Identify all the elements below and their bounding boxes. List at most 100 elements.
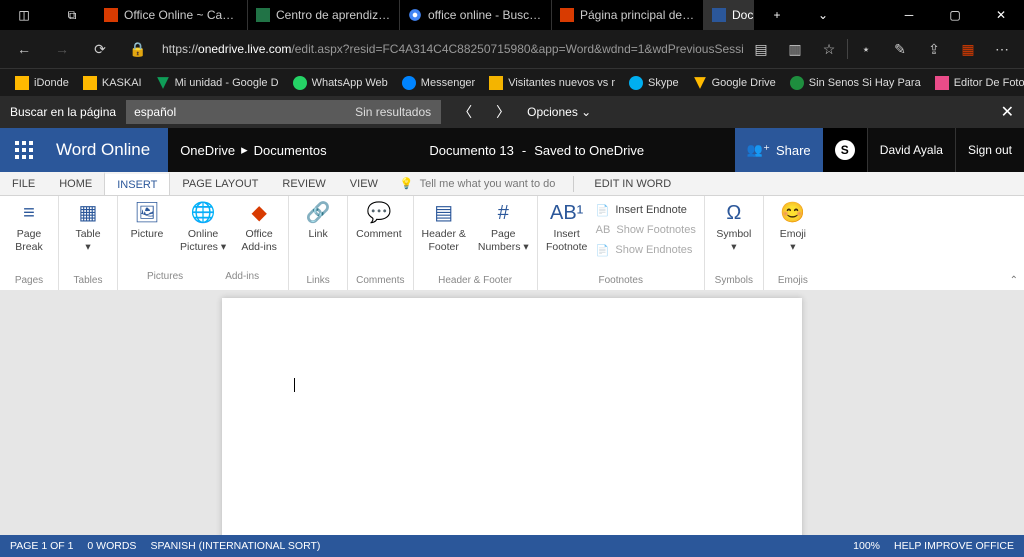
status-words[interactable]: 0 WORDS	[87, 540, 136, 552]
picture-icon: 🖼	[134, 200, 159, 226]
minimize-button[interactable]: ─	[886, 0, 932, 30]
app-launcher[interactable]	[0, 128, 48, 172]
favorite-icon[interactable]: ☆	[813, 31, 845, 67]
status-bar: PAGE 1 OF 1 0 WORDS SPANISH (INTERNATION…	[0, 535, 1024, 557]
status-zoom[interactable]: 100%	[853, 540, 880, 552]
bookmark[interactable]: Visitantes nuevos vs r	[484, 76, 620, 90]
show-endnotes-button: 📄Show Endnotes	[596, 240, 696, 260]
close-button[interactable]: ✕	[978, 0, 1024, 30]
chevron-right-icon: ▸	[241, 142, 248, 158]
tab-0[interactable]: Office Online ~ Cambiar el i	[96, 0, 248, 30]
globe-picture-icon: 🌐	[191, 200, 216, 226]
status-help[interactable]: HELP IMPROVE OFFICE	[894, 540, 1014, 552]
header-footer-button[interactable]: ▤Header & Footer	[422, 200, 466, 253]
office-addins-button[interactable]: ◆Office Add-ins	[238, 200, 280, 253]
sign-out[interactable]: Sign out	[955, 128, 1024, 172]
tab-file[interactable]: FILE	[0, 172, 47, 195]
chevron-down-icon[interactable]: ⌄	[800, 0, 846, 30]
address-bar[interactable]: https://onedrive.live.com/edit.aspx?resi…	[158, 42, 743, 56]
tab-label: office online - Buscar con G	[428, 8, 543, 22]
bookmark[interactable]: Google Drive	[688, 76, 781, 90]
tab-label: Documento 13.docx - M	[732, 8, 754, 22]
reading-icon[interactable]: ▤	[745, 31, 777, 67]
table-button[interactable]: ▦Table▾	[67, 200, 109, 253]
find-options[interactable]: Opciones ⌄	[527, 105, 591, 119]
link-button[interactable]: 🔗Link	[297, 200, 339, 241]
bookmark[interactable]: WhatsApp Web	[288, 76, 393, 90]
online-pictures-button[interactable]: 🌐Online Pictures ▾	[180, 200, 226, 253]
bookmark[interactable]: Skype	[624, 76, 684, 90]
maximize-button[interactable]: ▢	[932, 0, 978, 30]
page[interactable]	[222, 298, 802, 535]
hub-favorite-icon[interactable]: ⋆	[850, 31, 882, 67]
new-tab-button[interactable]: +	[754, 0, 800, 30]
tab-2[interactable]: office online - Buscar con G	[400, 0, 552, 30]
bread-onedrive[interactable]: OneDrive	[180, 143, 235, 158]
user-name[interactable]: David Ayala	[867, 128, 955, 172]
symbol-button[interactable]: ΩSymbol▾	[713, 200, 755, 253]
bookmark[interactable]: KASKAI	[78, 76, 147, 90]
bookmark[interactable]: Mi unidad - Google D	[151, 76, 284, 90]
doc-title[interactable]: Documento 13	[429, 143, 514, 158]
comment-button[interactable]: 💬Comment	[356, 200, 402, 241]
refresh-button[interactable]: ⟳	[82, 31, 118, 67]
url-host: onedrive.live.com	[198, 42, 291, 56]
group-links: 🔗Link Links	[289, 196, 348, 290]
back-button[interactable]: ←	[6, 31, 42, 67]
tab-4-active[interactable]: Documento 13.docx - M×	[704, 0, 754, 30]
edge-titlebar: ◫ ⧉ Office Online ~ Cambiar el i Centro …	[0, 0, 1024, 30]
insert-endnote-button[interactable]: 📄Insert Endnote	[596, 200, 696, 220]
bread-folder[interactable]: Documentos	[254, 143, 327, 158]
pagenum-icon: #	[498, 200, 509, 226]
bookmark[interactable]: Editor De Fotos | Befu	[930, 76, 1024, 90]
readlist-icon[interactable]: ▥	[779, 31, 811, 67]
tab-review[interactable]: REVIEW	[270, 172, 337, 195]
breadcrumb: OneDrive ▸ Documentos	[168, 128, 338, 172]
tell-me[interactable]: 💡Tell me what you want to do	[390, 177, 565, 190]
tab-insert[interactable]: INSERT	[104, 172, 170, 195]
tab-3[interactable]: Página principal de Microso	[552, 0, 704, 30]
notes-icon[interactable]: ✎	[884, 31, 916, 67]
footnote-icon: AB¹	[550, 200, 583, 226]
office-icon[interactable]: ▦	[952, 31, 984, 67]
page-break-button[interactable]: ≡Page Break	[8, 200, 50, 253]
forward-button[interactable]: →	[44, 31, 80, 67]
share-icon[interactable]: ⇪	[918, 31, 950, 67]
bookmark[interactable]: iDonde	[10, 76, 74, 90]
insert-footnote-button[interactable]: AB¹Insert Footnote	[546, 200, 588, 260]
tab-label: Página principal de Microso	[580, 8, 695, 22]
picture-button[interactable]: 🖼Picture	[126, 200, 168, 253]
find-next[interactable]: 〉	[489, 102, 517, 122]
skype-button[interactable]: S	[823, 128, 867, 172]
group-label: Pages	[8, 275, 50, 290]
bookmark[interactable]: Messenger	[397, 76, 480, 90]
browser-tabs: Office Online ~ Cambiar el i Centro de a…	[96, 0, 754, 30]
tab-layout[interactable]: PAGE LAYOUT	[170, 172, 270, 195]
group-headerfooter: ▤Header & Footer #Page Numbers ▾ Header …	[414, 196, 538, 290]
text-cursor	[294, 378, 295, 392]
find-close[interactable]: ✕	[1001, 102, 1014, 122]
group-symbols: ΩSymbol▾ Symbols	[705, 196, 764, 290]
tab-label: Office Online ~ Cambiar el i	[124, 8, 239, 22]
group-emojis: 😊Emoji▾ Emojis	[764, 196, 822, 290]
tab-view[interactable]: VIEW	[338, 172, 390, 195]
group-pictures: 🖼Picture 🌐Online Pictures ▾ ◆Office Add-…	[118, 196, 289, 290]
share-button[interactable]: 👥⁺Share	[735, 128, 823, 172]
group-footnotes: AB¹Insert Footnote 📄Insert Endnote ABSho…	[538, 196, 705, 290]
page-numbers-button[interactable]: #Page Numbers ▾	[478, 200, 529, 253]
lock-icon: 🔒	[120, 31, 156, 67]
status-lang[interactable]: SPANISH (INTERNATIONAL SORT)	[150, 540, 320, 552]
find-prev[interactable]: 〈	[451, 102, 479, 122]
tab-home[interactable]: HOME	[47, 172, 104, 195]
more-icon[interactable]: ⋯	[986, 31, 1018, 67]
ribbon: ≡Page Break Pages ▦Table▾ Tables 🖼Pictur…	[0, 196, 1024, 290]
collapse-ribbon[interactable]: ⌃	[1010, 275, 1018, 286]
tab-1[interactable]: Centro de aprendizaje de O	[248, 0, 400, 30]
document-canvas[interactable]	[0, 290, 1024, 535]
status-page[interactable]: PAGE 1 OF 1	[10, 540, 73, 552]
find-input[interactable]	[126, 100, 361, 124]
show-en-icon: 📄	[596, 244, 610, 257]
bookmark[interactable]: Sin Senos Si Hay Para	[785, 76, 926, 90]
edit-in-word[interactable]: EDIT IN WORD	[582, 172, 683, 195]
emoji-button[interactable]: 😊Emoji▾	[772, 200, 814, 253]
